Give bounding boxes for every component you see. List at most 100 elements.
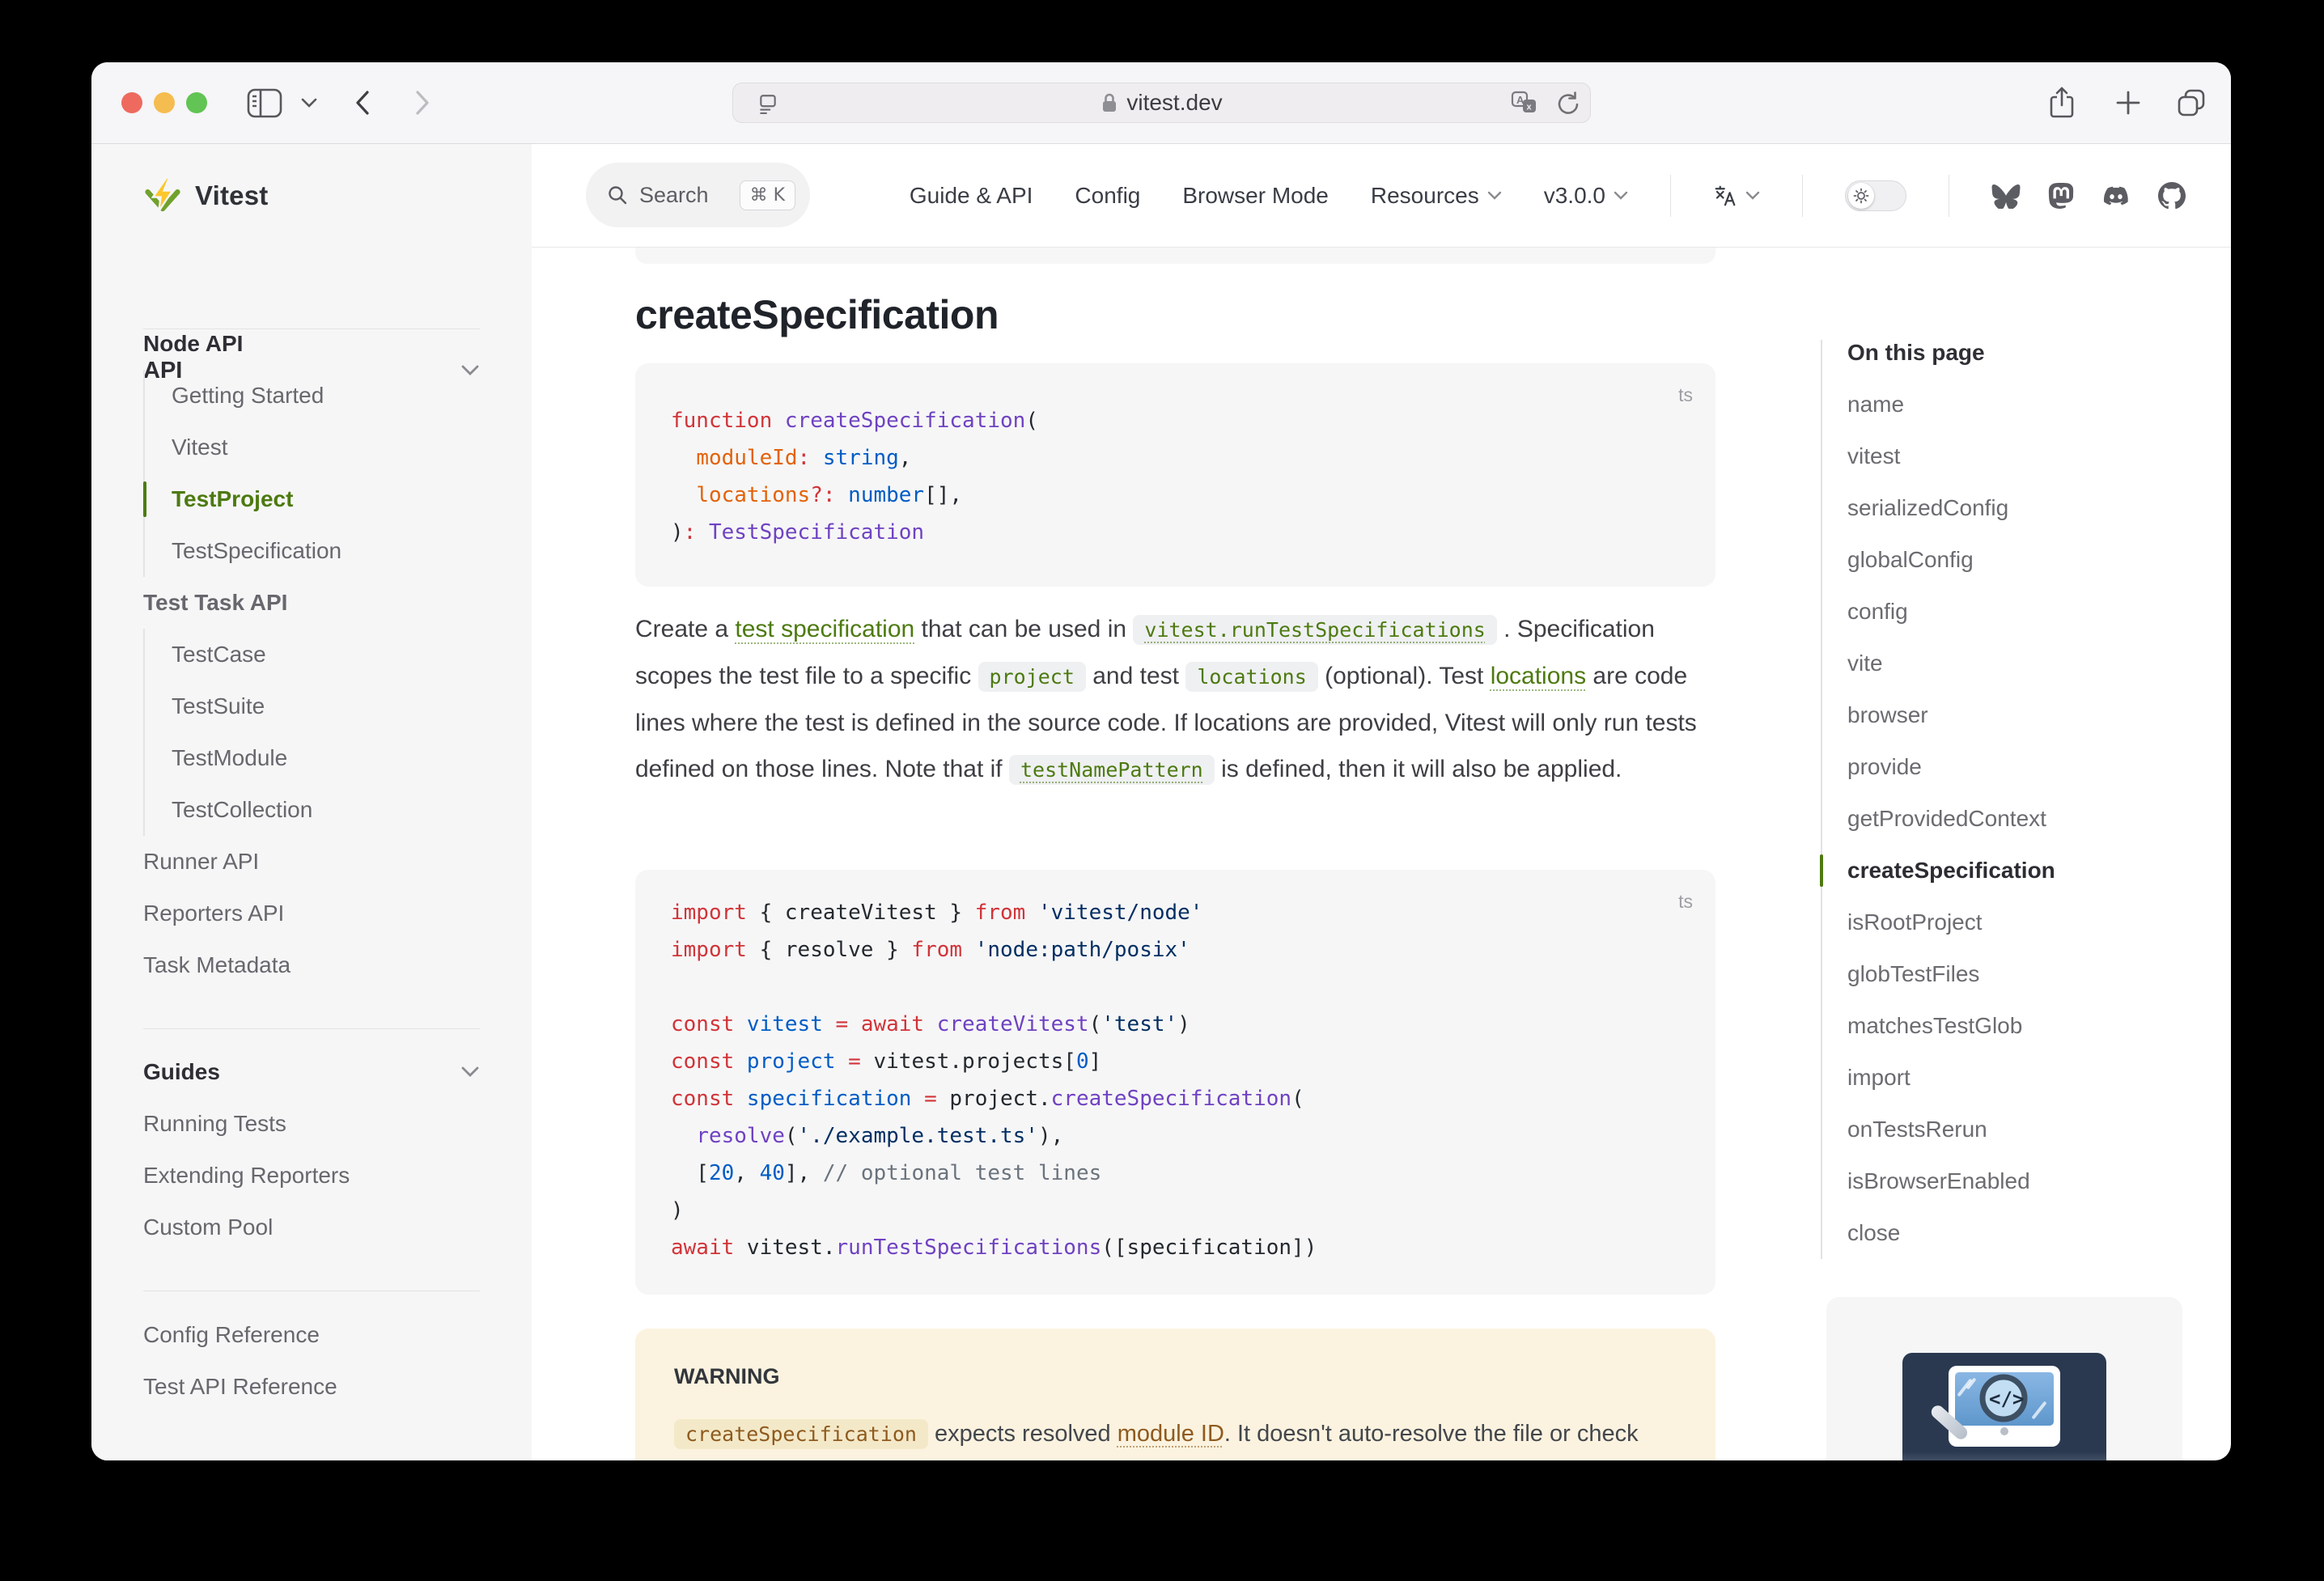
outline-item-matchestestglob[interactable]: matchesTestGlob	[1821, 1000, 2201, 1052]
code-block-example: ts import { createVitest } from 'vitest/…	[635, 870, 1715, 1295]
close-window-button[interactable]	[121, 92, 142, 113]
docs-sidebar: Vitest API Node API Getting Started Vite…	[91, 144, 532, 1460]
outline-item-ontestsrerun[interactable]: onTestsRerun	[1821, 1104, 2201, 1155]
sidebar-toggle-icon[interactable]	[247, 88, 282, 118]
outline-item-globalconfig[interactable]: globalConfig	[1821, 534, 2201, 586]
code-token: { resolve }	[747, 938, 912, 962]
nav-guide-api[interactable]: Guide & API	[910, 183, 1033, 209]
chevron-down-icon[interactable]	[300, 96, 318, 109]
inline-link[interactable]: module ID	[1117, 1421, 1224, 1447]
bluesky-icon[interactable]	[1991, 183, 2021, 209]
discord-icon[interactable]	[2101, 184, 2131, 208]
code-token: import	[671, 901, 747, 925]
sidebar-item-custom-pool[interactable]: Custom Pool	[143, 1202, 493, 1253]
minimize-window-button[interactable]	[154, 92, 175, 113]
sidebar-nav: Node API Getting Started Vitest TestProj…	[143, 318, 493, 1413]
svg-text:</>: </>	[1989, 1388, 2024, 1410]
translate-icon[interactable]: A x	[1511, 91, 1538, 115]
outline-item-config[interactable]: config	[1821, 586, 2201, 638]
sidebar-item-node-api[interactable]: Node API	[143, 318, 493, 370]
outline-item-serializedconfig[interactable]: serializedConfig	[1821, 482, 2201, 534]
nav-version-dropdown[interactable]: v3.0.0	[1544, 183, 1628, 209]
inline-code: createSpecification	[674, 1419, 928, 1449]
sidebar-item-getting-started[interactable]: Getting Started	[145, 370, 493, 422]
sidebar-item-testsuite[interactable]: TestSuite	[145, 680, 493, 732]
sidebar-item-vitest[interactable]: Vitest	[145, 422, 493, 473]
inline-link[interactable]: vitest.runTestSpecifications	[1133, 615, 1496, 645]
code-token: number	[836, 483, 925, 507]
code-token: Create a	[635, 616, 735, 642]
code-token: ),	[1038, 1124, 1063, 1148]
nav-version-label: v3.0.0	[1544, 183, 1605, 209]
sidebar-item-extending-reporters[interactable]: Extending Reporters	[143, 1150, 493, 1202]
github-icon[interactable]	[2158, 182, 2186, 210]
nav-resources-dropdown[interactable]: Resources	[1371, 183, 1502, 209]
warning-title: WARNING	[674, 1363, 1677, 1390]
outline-item-browser[interactable]: browser	[1821, 689, 2201, 741]
sidebar-item-testcase[interactable]: TestCase	[145, 629, 493, 680]
inline-link[interactable]: locations	[1491, 663, 1586, 689]
inline-link[interactable]: testNamePattern	[1009, 755, 1215, 785]
nav-resources-label: Resources	[1371, 183, 1479, 209]
mastodon-icon[interactable]	[2048, 182, 2074, 210]
zoom-window-button[interactable]	[186, 92, 207, 113]
outline-item-vite[interactable]: vite	[1821, 638, 2201, 689]
new-tab-icon[interactable]	[2114, 89, 2142, 117]
sidebar-group-guides[interactable]: Guides	[143, 1046, 493, 1098]
social-links	[1991, 182, 2186, 210]
sponsor-card[interactable]: </>	[1826, 1297, 2182, 1460]
nav-browser-mode[interactable]: Browser Mode	[1182, 183, 1329, 209]
inline-code: project	[978, 662, 1086, 692]
share-icon[interactable]	[2048, 86, 2076, 121]
outline-item-import[interactable]: import	[1821, 1052, 2201, 1104]
outline-item-name[interactable]: name	[1821, 379, 2201, 430]
forward-icon[interactable]	[413, 89, 431, 117]
language-menu[interactable]	[1713, 184, 1760, 208]
site-logo[interactable]: Vitest	[143, 176, 268, 215]
outline-item-isbrowserenabled[interactable]: isBrowserEnabled	[1821, 1155, 2201, 1207]
sidebar-item-test-task-api[interactable]: Test Task API	[143, 577, 493, 629]
code-token: and test	[1086, 663, 1185, 689]
sidebar-item-config-reference[interactable]: Config Reference	[143, 1309, 493, 1361]
outline-item-createspecification[interactable]: createSpecification	[1821, 845, 2201, 896]
code-token: from	[911, 938, 962, 962]
nav-config[interactable]: Config	[1075, 183, 1140, 209]
code-token: =	[836, 1049, 861, 1074]
sidebar-item-runner-api[interactable]: Runner API	[143, 836, 493, 888]
sidebar-item-testspecification[interactable]: TestSpecification	[145, 525, 493, 577]
reload-icon[interactable]	[1554, 90, 1579, 116]
tab-overview-icon[interactable]	[2176, 87, 2207, 118]
sidebar-item-testcollection[interactable]: TestCollection	[145, 784, 493, 836]
outline-item-provide[interactable]: provide	[1821, 741, 2201, 793]
search-button[interactable]: Search ⌘ K	[586, 163, 810, 227]
back-icon[interactable]	[354, 89, 371, 117]
outline-item-vitest[interactable]: vitest	[1821, 430, 2201, 482]
sidebar-item-reporters-api[interactable]: Reporters API	[143, 888, 493, 939]
monitor-graphic: </>	[1949, 1366, 2060, 1447]
sidebar-item-testmodule[interactable]: TestModule	[145, 732, 493, 784]
sidebar-item-testproject[interactable]: TestProject	[145, 473, 493, 525]
code-token: is defined, then it will also be applied…	[1215, 756, 1622, 782]
code-token: import	[671, 938, 747, 962]
code-token	[671, 446, 696, 470]
theme-toggle[interactable]	[1845, 180, 1906, 211]
outline-item-isrootproject[interactable]: isRootProject	[1821, 896, 2201, 948]
inline-link[interactable]: test specification	[735, 616, 914, 642]
code-token: )	[671, 520, 684, 545]
outline-item-globtestfiles[interactable]: globTestFiles	[1821, 948, 2201, 1000]
code-token: 40	[760, 1161, 785, 1185]
warning-callout: WARNING createSpecification expects reso…	[635, 1329, 1715, 1460]
sidebar-item-task-metadata[interactable]: Task Metadata	[143, 939, 493, 991]
code-line: [20, 40], // optional test lines	[671, 1155, 1691, 1192]
sidebar-item-test-api-reference[interactable]: Test API Reference	[143, 1361, 493, 1413]
chevron-down-icon	[460, 1066, 480, 1079]
sidebar-item-running-tests[interactable]: Running Tests	[143, 1098, 493, 1150]
code-token: moduleId	[696, 446, 797, 470]
code-token: { createVitest }	[747, 901, 975, 925]
outline-item-getprovidedcontext[interactable]: getProvidedContext	[1821, 793, 2201, 845]
address-bar[interactable]: vitest.dev A x	[732, 83, 1591, 123]
search-icon	[607, 184, 628, 206]
outline-item-close[interactable]: close	[1821, 1207, 2201, 1259]
code-lines: import { createVitest } from 'vitest/nod…	[671, 894, 1691, 1266]
warning-body: createSpecification expects resolved mod…	[674, 1414, 1677, 1460]
